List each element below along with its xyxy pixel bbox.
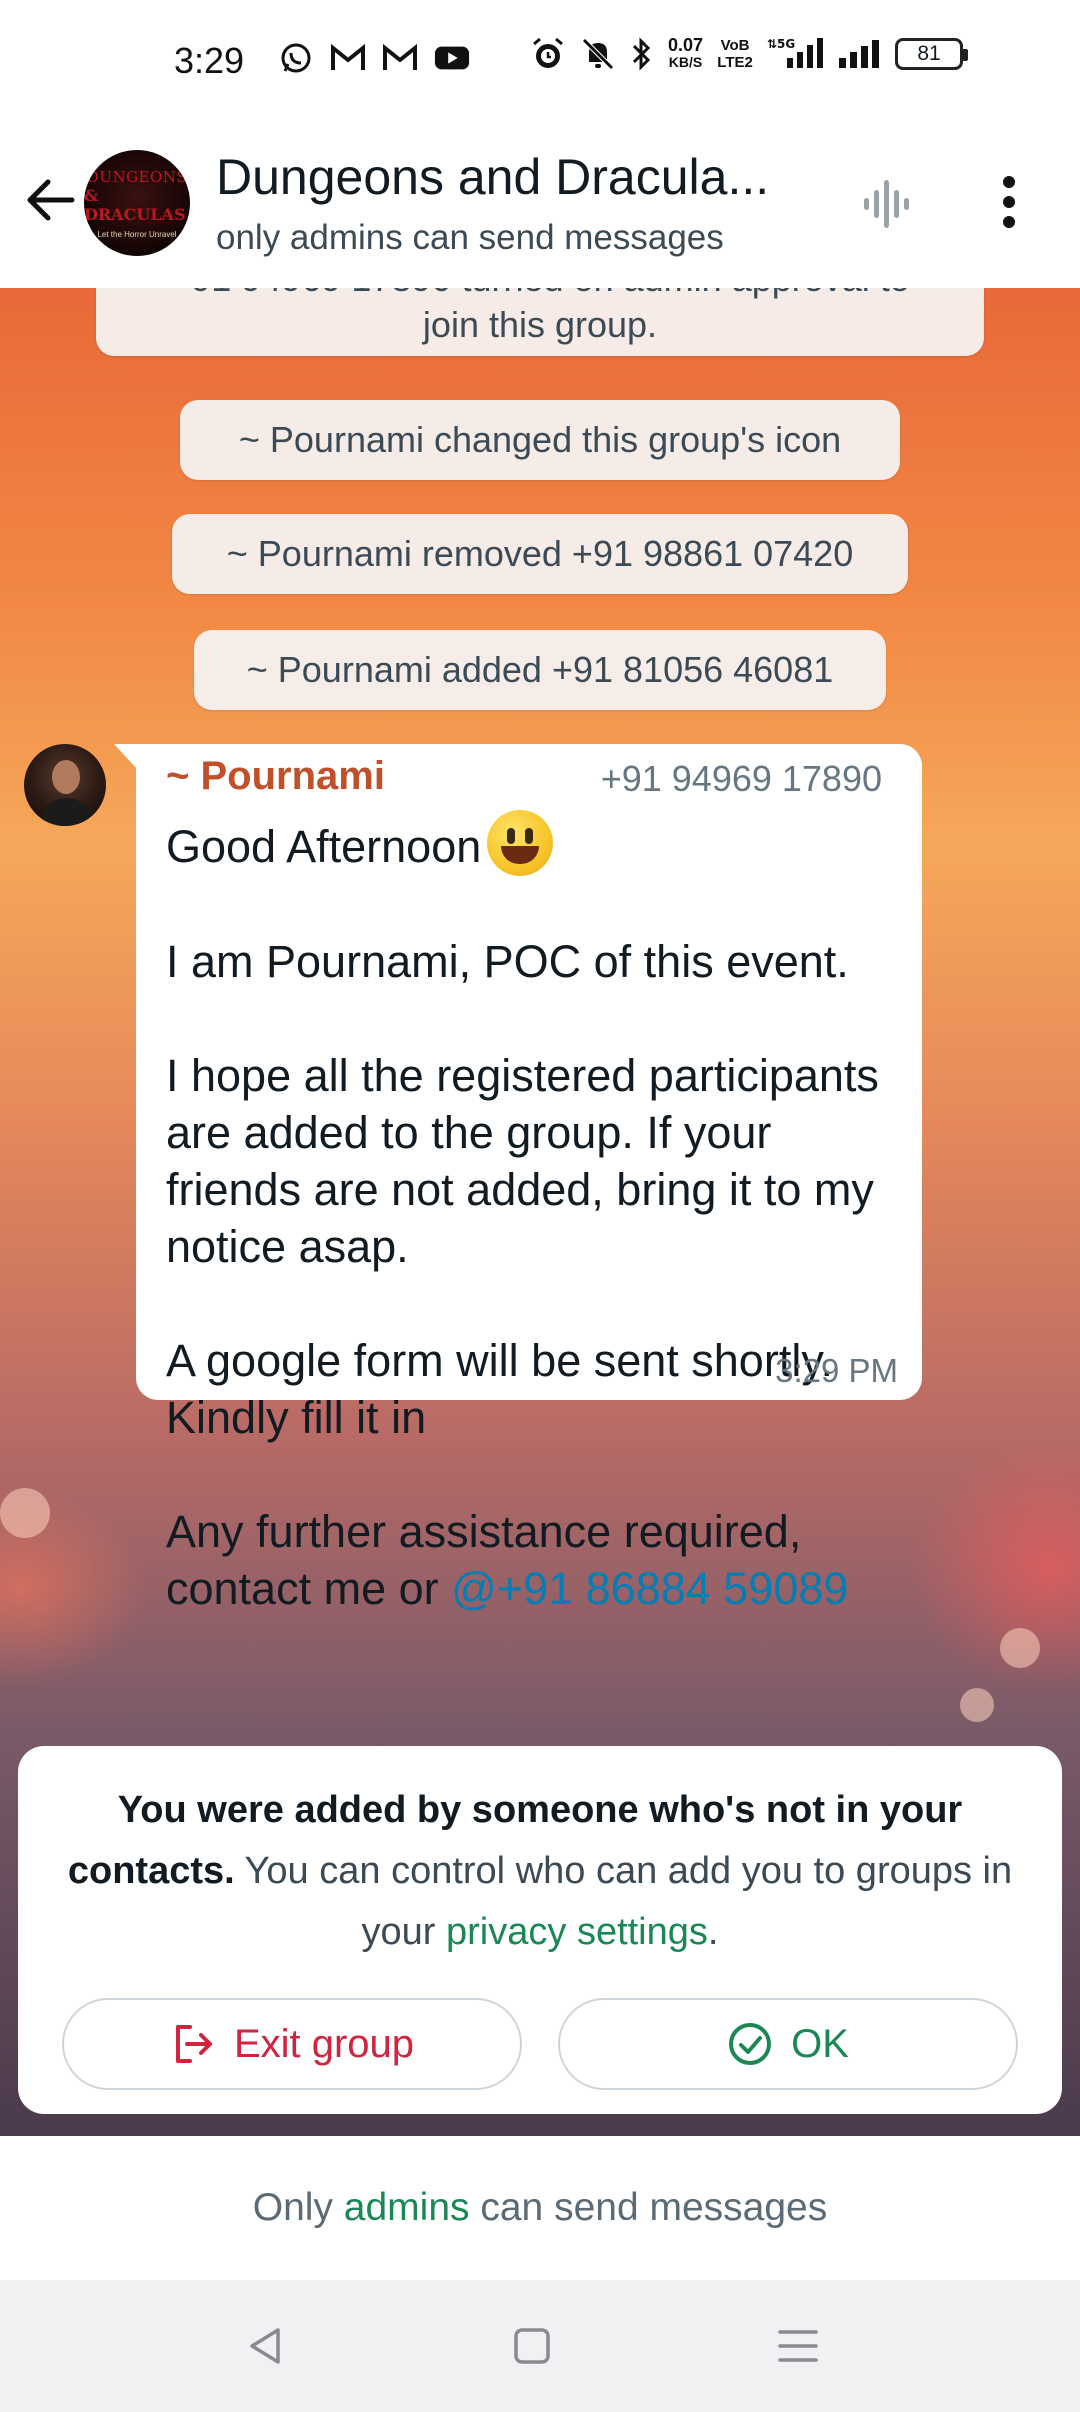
- group-avatar[interactable]: DUNGEONS & DRACULAS Let the Horror Unrav…: [84, 150, 190, 256]
- check-circle-icon: [729, 2023, 772, 2065]
- system-message: +91 94969 17890 turned on admin approval…: [96, 288, 984, 356]
- message-text: Good Afternoon I am Pournami, POC of thi…: [166, 810, 896, 1617]
- system-message-line: +91 94969 17890 turned on admin approval…: [96, 288, 984, 302]
- not-in-contacts-card: You were added by someone who's not in y…: [18, 1746, 1062, 2114]
- message-greeting: Good Afternoon: [166, 821, 482, 872]
- smiling-face-emoji-icon: [487, 810, 554, 876]
- wallpaper-light: [960, 1688, 994, 1722]
- admins-only-prefix: Only: [252, 2186, 344, 2229]
- ok-label: OK: [791, 2021, 849, 2066]
- system-message: ~ Pournami added +91 81056 46081: [194, 630, 886, 710]
- group-title[interactable]: Dungeons and Dracula...: [216, 148, 769, 206]
- message-body: I am Pournami, POC of this event. I hope…: [166, 936, 879, 1614]
- mute-icon: [580, 36, 616, 72]
- group-avatar-logo-line2: & DRACULAS: [84, 185, 186, 224]
- signal-5g-icon: ⇅5G: [767, 36, 824, 72]
- battery-indicator: 81: [895, 38, 969, 70]
- voice-chat-icon[interactable]: [858, 174, 918, 234]
- network-speed: 0.07 KB/S: [668, 35, 704, 70]
- ok-button[interactable]: OK: [558, 1998, 1018, 2090]
- bubble-tail: [114, 744, 138, 770]
- whatsapp-icon: [278, 40, 314, 76]
- privacy-settings-link[interactable]: privacy settings: [446, 1911, 708, 1953]
- signal-icon: [837, 38, 881, 70]
- exit-group-button[interactable]: Exit group: [62, 1998, 522, 2090]
- notification-icons: [278, 40, 470, 76]
- status-bar: 3:29 0.07 KB/S VoB LTE2 ⇅5G 81: [0, 0, 1080, 120]
- group-avatar-logo-line1: DUNGEONS: [86, 167, 188, 186]
- more-options-icon[interactable]: [994, 172, 1024, 232]
- wallpaper-light: [1000, 1628, 1040, 1668]
- system-icons: 0.07 KB/S VoB LTE2 ⇅5G 81: [530, 35, 969, 72]
- admins-only-bar: Only admins can send messages: [0, 2136, 1080, 2280]
- gmail-icon: [382, 40, 418, 76]
- exit-icon: [175, 2025, 212, 2063]
- svg-text:⇅5G: ⇅5G: [767, 37, 795, 51]
- volte-indicator: VoB LTE2: [717, 37, 753, 71]
- mention-link[interactable]: @+91 86884 59089: [451, 1563, 848, 1614]
- system-message: ~ Pournami removed +91 98861 07420: [172, 514, 908, 594]
- chat-header: DUNGEONS & DRACULAS Let the Horror Unrav…: [0, 120, 1080, 288]
- gmail-icon: [330, 40, 366, 76]
- group-subtitle[interactable]: only admins can send messages: [216, 218, 724, 258]
- bluetooth-icon: [630, 36, 654, 72]
- system-navigation-bar: [0, 2280, 1080, 2412]
- system-message-line: join this group.: [422, 304, 658, 345]
- card-text: You were added by someone who's not in y…: [67, 1789, 1013, 1953]
- youtube-icon: [434, 40, 470, 76]
- sender-avatar[interactable]: [24, 744, 106, 826]
- message-bubble[interactable]: ~ Pournami +91 94969 17890 Good Afternoo…: [136, 744, 922, 1614]
- message-time: 3:29 PM: [775, 1352, 898, 1389]
- message-sender-phone: +91 94969 17890: [600, 758, 882, 799]
- admins-link[interactable]: admins: [344, 2186, 470, 2230]
- chat-area[interactable]: +91 94969 17890 turned on admin approval…: [0, 288, 1080, 2136]
- group-avatar-logo-line3: Let the Horror Unravel: [97, 229, 177, 239]
- wallpaper-light: [0, 1488, 50, 1538]
- nav-recents-icon[interactable]: [770, 2318, 826, 2374]
- system-message: ~ Pournami changed this group's icon: [180, 400, 900, 480]
- nav-back-icon[interactable]: [238, 2318, 294, 2374]
- admins-only-suffix: can send messages: [469, 2186, 828, 2229]
- message-sender[interactable]: ~ Pournami: [166, 754, 385, 799]
- alarm-icon: [530, 36, 566, 72]
- status-time: 3:29: [174, 40, 245, 81]
- exit-group-label: Exit group: [233, 2021, 415, 2066]
- back-arrow-icon[interactable]: [22, 172, 78, 228]
- nav-home-icon[interactable]: [504, 2318, 560, 2374]
